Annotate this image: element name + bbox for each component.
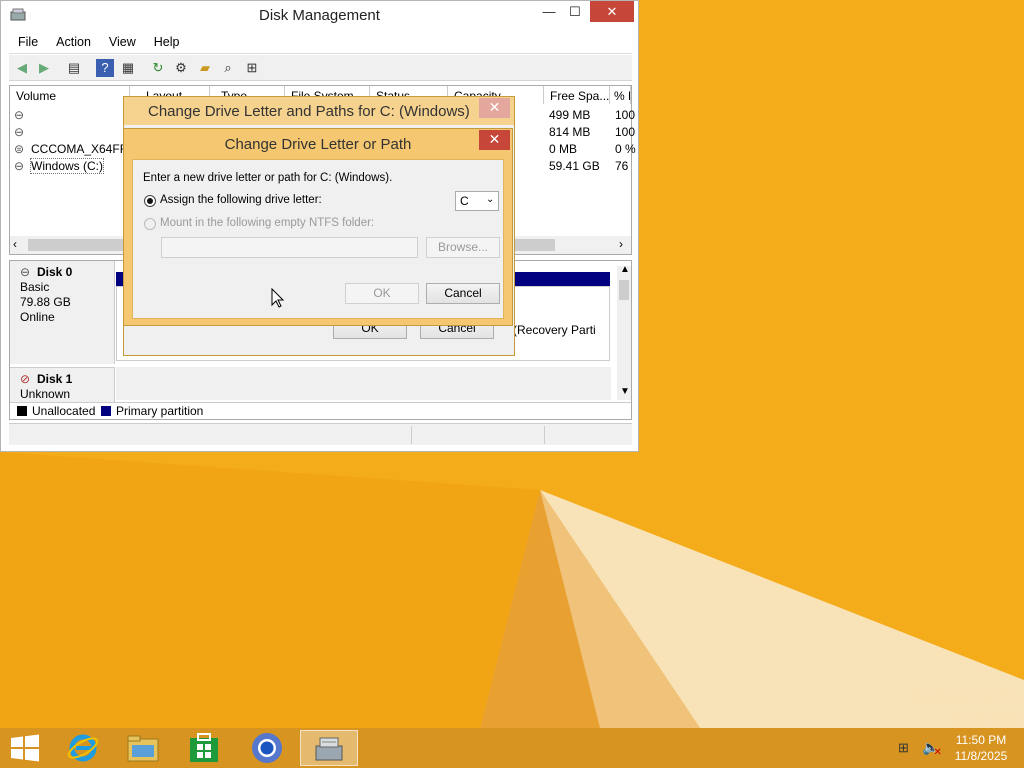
disk-1-type: Unknown [20, 387, 71, 401]
legend-unallocated: Unallocated [32, 404, 96, 418]
network-icon[interactable]: ⊞ [898, 740, 909, 756]
assign-letter-label[interactable]: Assign the following drive letter: [160, 194, 322, 206]
disk-1-name: ⊘ Disk 1 [20, 372, 73, 386]
recovery-partition-label: (Recovery Parti [513, 323, 596, 337]
internet-explorer-icon[interactable] [55, 730, 111, 766]
volume-name: Windows (C:) [29, 158, 105, 174]
legend: Unallocated Primary partition [10, 402, 631, 419]
dialog-title-bar[interactable]: Change Drive Letter or Path ✕ [124, 129, 512, 159]
cancel-button[interactable]: Cancel [426, 283, 500, 304]
dialog-title: Change Drive Letter or Path [224, 136, 412, 153]
maximize-button[interactable]: ☐ [562, 1, 588, 22]
clock[interactable]: 11:50 PM 11/8/2025 [945, 732, 1017, 764]
menu-action[interactable]: Action [47, 32, 100, 49]
close-button[interactable]: ✕ [590, 1, 634, 22]
ok-button[interactable]: OK [345, 283, 419, 304]
file-explorer-icon[interactable] [115, 730, 171, 766]
col-volume[interactable]: Volume [10, 86, 130, 104]
scroll-left-icon[interactable]: ‹ [13, 237, 17, 251]
disk-1-area[interactable] [116, 367, 611, 400]
change-drive-letter-dialog: Change Drive Letter or Path ✕ Enter a ne… [123, 128, 513, 326]
assign-letter-radio[interactable] [144, 195, 156, 207]
percent-free-cell: 76 [615, 159, 629, 173]
status-divider [411, 426, 412, 444]
disk-icon: ⊖ [20, 265, 31, 279]
properties-icon[interactable]: ▦ [119, 59, 137, 77]
status-divider [544, 426, 545, 444]
store-icon[interactable] [176, 730, 232, 766]
open-folder-icon[interactable]: ▰ [196, 59, 214, 77]
free-space-cell: 59.41 GB [549, 159, 600, 173]
free-space-cell: 814 MB [549, 125, 591, 139]
dialog-title-bar[interactable]: Change Drive Letter and Paths for C: (Wi… [124, 97, 514, 125]
menu-view[interactable]: View [100, 32, 145, 49]
col-free-space[interactable]: Free Spa... [544, 86, 610, 104]
chrome-icon[interactable] [239, 730, 295, 766]
clock-time: 11:50 PM [955, 733, 1007, 747]
drive-icon: ⊖ [14, 125, 25, 139]
watermark-edition: Windows 8.1 Pro [912, 688, 1018, 704]
menu-bar: File Action View Help [9, 32, 632, 54]
minimize-button[interactable]: — [536, 1, 562, 22]
cd-drive-icon: ⊜ [14, 142, 25, 156]
mount-folder-label[interactable]: Mount in the following empty NTFS folder… [160, 217, 374, 229]
settings-icon[interactable]: ⚙ [172, 59, 190, 77]
drive-letter-value: C [460, 194, 469, 208]
free-space-cell: 0 MB [549, 142, 578, 156]
primary-partition-swatch [101, 406, 111, 416]
disk-0-size: 79.88 GB [20, 295, 71, 309]
percent-free-cell: 0 % [615, 142, 636, 156]
disk-1-label[interactable]: ⊘ Disk 1 Unknown [10, 367, 115, 405]
windows-logo-icon [11, 734, 39, 762]
view-icon[interactable]: ⊞ [243, 59, 261, 77]
scroll-thumb[interactable] [619, 280, 629, 300]
dialog-body: Enter a new drive letter or path for C: … [132, 159, 504, 319]
start-button[interactable] [0, 730, 50, 766]
legend-primary-partition: Primary partition [116, 404, 204, 418]
disk-0-label[interactable]: ⊖ Disk 0 Basic 79.88 GB Online [10, 261, 115, 364]
forward-icon[interactable]: ▶ [35, 59, 53, 77]
back-icon[interactable]: ◀ [13, 59, 31, 77]
dialog-close-button[interactable]: ✕ [479, 130, 510, 150]
menu-file[interactable]: File [9, 32, 47, 49]
percent-free-cell: 100 [615, 108, 636, 122]
percent-free-cell: 100 [615, 125, 636, 139]
folder-path-input[interactable] [161, 237, 418, 258]
windows-watermark: Windows 8.1 Pro Build 9600 [912, 684, 1018, 732]
volume-muted-icon[interactable]: 🔈✕ [922, 739, 948, 758]
scroll-down-icon[interactable]: ▼ [620, 386, 630, 397]
disk-warning-icon: ⊘ [20, 372, 31, 386]
mouse-cursor-icon [271, 288, 285, 308]
dialog-close-button[interactable]: ✕ [479, 98, 510, 118]
vertical-scrollbar[interactable]: ▲ ▼ [617, 264, 631, 400]
disk-management-taskbar-icon[interactable] [300, 730, 358, 766]
disk-0-name: ⊖ Disk 0 [20, 265, 73, 279]
dialog-title: Change Drive Letter and Paths for C: (Wi… [148, 103, 470, 120]
disk-0-state: Online [20, 310, 55, 324]
show-hide-console-tree-icon[interactable]: ▤ [65, 59, 83, 77]
status-bar [9, 423, 632, 445]
help-icon[interactable]: ? [96, 59, 114, 77]
mount-folder-radio[interactable] [144, 218, 156, 230]
disk-0-type: Basic [20, 280, 50, 294]
drive-icon: ⊖ [14, 108, 25, 122]
title-bar[interactable]: Disk Management — ☐ ✕ [1, 1, 638, 31]
drive-letter-select[interactable]: C ⌄ [455, 191, 499, 211]
menu-help[interactable]: Help [145, 32, 189, 49]
taskbar: ⊞ 🔈✕ 11:50 PM 11/8/2025 [0, 728, 1024, 768]
free-space-cell: 499 MB [549, 108, 591, 122]
scroll-right-icon[interactable]: › [619, 237, 623, 251]
clock-date: 11/8/2025 [954, 749, 1008, 763]
toolbar: ◀ ▶ ▤ ? ▦ ↻ ⚙ ▰ ⌕ ⊞ [9, 55, 632, 81]
col-percent-free[interactable]: % F [610, 86, 631, 104]
browse-button[interactable]: Browse... [426, 237, 500, 258]
refresh-icon[interactable]: ↻ [149, 59, 167, 77]
scroll-up-icon[interactable]: ▲ [620, 264, 630, 275]
search-icon[interactable]: ⌕ [219, 59, 237, 77]
drive-icon: ⊖ [14, 159, 25, 173]
volume-name: CCCOMA_X64FRE [31, 142, 137, 156]
unallocated-swatch [17, 406, 27, 416]
chevron-down-icon: ⌄ [486, 194, 495, 205]
dialog-prompt: Enter a new drive letter or path for C: … [143, 172, 393, 184]
